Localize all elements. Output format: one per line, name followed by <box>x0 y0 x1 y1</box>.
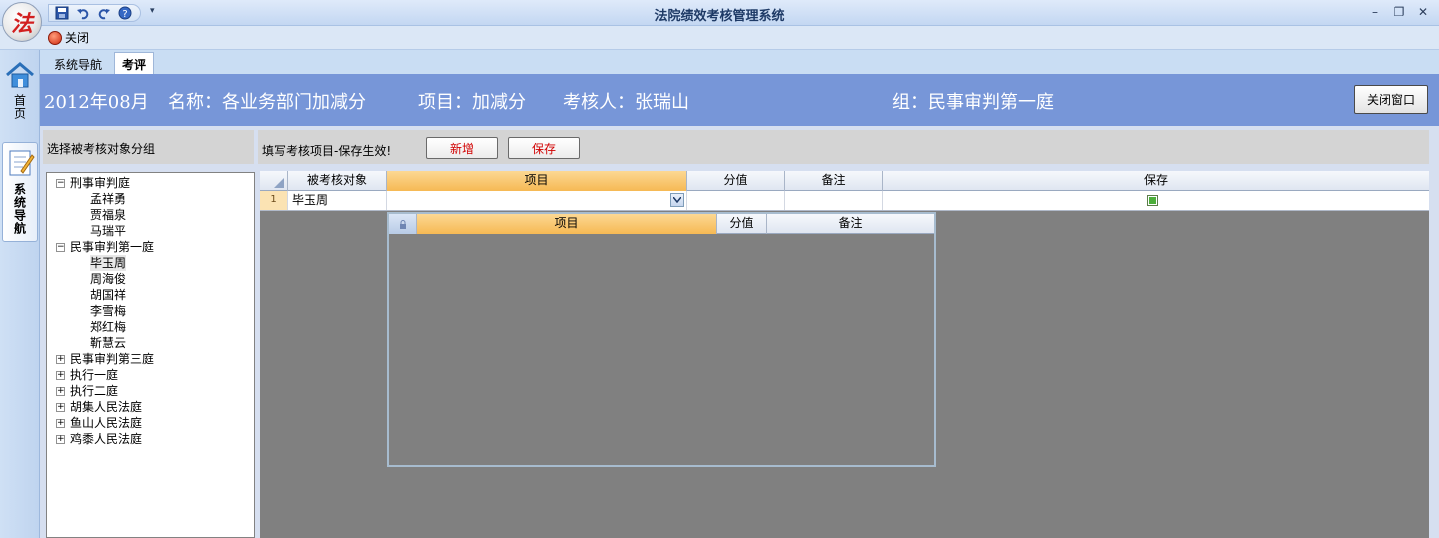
close-button[interactable]: 关闭 <box>48 29 89 46</box>
ribbon-tabs: 系统导航 考评 <box>46 52 155 74</box>
nav-system-label: 系统导航 <box>12 183 27 235</box>
dropdown-column-note[interactable]: 备注 <box>767 214 934 234</box>
group-tree: − 刑事审判庭 孟祥勇 贾福泉 马瑞平 − 民事审判第一庭 毕玉周 周海俊 胡国… <box>46 172 255 538</box>
tree-group-civil-3[interactable]: + 民事审判第三庭 <box>47 351 254 367</box>
notebook-icon <box>9 150 35 176</box>
tree-item[interactable]: 贾福泉 <box>47 207 254 223</box>
command-bar: 关闭 <box>0 26 1439 50</box>
grid-header: 被考核对象 项目 分值 备注 保存 <box>260 171 1429 191</box>
home-icon <box>6 62 34 88</box>
add-button[interactable]: 新增 <box>426 137 498 159</box>
expand-icon[interactable]: + <box>56 419 65 428</box>
expand-icon[interactable]: + <box>56 435 65 444</box>
expand-icon[interactable]: + <box>56 387 65 396</box>
tree-item[interactable]: 李雪梅 <box>47 303 254 319</box>
tree-item[interactable]: 孟祥勇 <box>47 191 254 207</box>
chevron-down-icon[interactable] <box>670 193 684 207</box>
collapse-icon[interactable]: − <box>56 179 65 188</box>
table-row: 1 毕玉周 <box>260 191 1429 211</box>
window-title: 法院绩效考核管理系统 <box>654 9 785 24</box>
tree-item[interactable]: 靳慧云 <box>47 335 254 351</box>
tree-item[interactable]: 郑红梅 <box>47 319 254 335</box>
tree-group-huji[interactable]: + 胡集人民法庭 <box>47 399 254 415</box>
tree-group-yushan[interactable]: + 鱼山人民法庭 <box>47 415 254 431</box>
tab-evaluation[interactable]: 考评 <box>114 52 155 74</box>
app-logo: 法 <box>10 11 33 37</box>
nav-home[interactable]: 首页 <box>2 60 38 140</box>
app-menu-button[interactable]: 法 <box>2 2 42 42</box>
tree-group-civil-1[interactable]: − 民事审判第一庭 <box>47 239 254 255</box>
row-number: 1 <box>260 191 288 210</box>
column-note[interactable]: 备注 <box>785 171 883 191</box>
tree-group-jishu[interactable]: + 鸡黍人民法庭 <box>47 431 254 447</box>
evaluation-banner: 2012年08月 名称：各业务部门加减分 项目：加减分 考核人：张瑞山 组：民事… <box>40 74 1439 126</box>
close-window-button[interactable]: 关闭窗口 <box>1354 85 1428 114</box>
lock-icon <box>399 219 406 229</box>
group-selector-header: 选择被考核对象分组 <box>43 130 254 164</box>
expand-icon[interactable]: + <box>56 355 65 364</box>
reviewer-text: 考核人：张瑞山 <box>563 92 689 113</box>
main-content: 选择被考核对象分组 − 刑事审判庭 孟祥勇 贾福泉 马瑞平 − 民事审判第一庭 … <box>40 126 1439 538</box>
column-item[interactable]: 项目 <box>387 171 687 191</box>
dropdown-corner[interactable] <box>389 214 417 234</box>
name-text: 名称：各业务部门加减分 <box>168 92 366 113</box>
nav-system-navigation[interactable]: 系统导航 <box>2 142 38 242</box>
tree-group-enforcement-2[interactable]: + 执行二庭 <box>47 383 254 399</box>
dropdown-grid-header: 项目 分值 备注 <box>389 214 934 234</box>
save-checkbox[interactable] <box>1147 195 1158 206</box>
close-circle-icon <box>48 30 62 45</box>
tree-group-criminal[interactable]: − 刑事审判庭 <box>47 175 254 191</box>
tree-item[interactable]: 胡国祥 <box>47 287 254 303</box>
cell-item-combo[interactable] <box>387 191 687 210</box>
tree-item-selected[interactable]: 毕玉周 <box>47 255 254 271</box>
evaluation-grid: 被考核对象 项目 分值 备注 保存 1 毕玉周 项目 分值 备注 <box>260 171 1429 538</box>
close-label: 关闭 <box>65 31 90 45</box>
collapse-icon[interactable]: − <box>56 243 65 252</box>
group-text: 组：民事审判第一庭 <box>892 92 1054 113</box>
save-button[interactable]: 保存 <box>508 137 580 159</box>
cell-note[interactable] <box>785 191 883 210</box>
save-hint: 填写考核项目-保存生效! <box>262 144 392 158</box>
left-navigation: 首页 系统导航 <box>0 50 40 538</box>
restore-icon[interactable]: ❐ <box>1389 4 1409 20</box>
tree-item[interactable]: 马瑞平 <box>47 223 254 239</box>
tree-item[interactable]: 周海俊 <box>47 271 254 287</box>
column-score[interactable]: 分值 <box>687 171 785 191</box>
cell-score[interactable] <box>687 191 785 210</box>
tree-group-enforcement-1[interactable]: + 执行一庭 <box>47 367 254 383</box>
column-target[interactable]: 被考核对象 <box>288 171 387 191</box>
close-icon[interactable]: ✕ <box>1413 4 1433 20</box>
period-text: 2012年08月 <box>44 92 149 113</box>
expand-icon[interactable]: + <box>56 371 65 380</box>
cell-save <box>883 191 1429 210</box>
expand-icon[interactable]: + <box>56 403 65 412</box>
title-bar: ? ▾ 法院绩效考核管理系统 – ❐ ✕ <box>0 0 1439 26</box>
column-save[interactable]: 保存 <box>883 171 1429 191</box>
nav-home-label: 首页 <box>12 94 27 120</box>
minimize-icon[interactable]: – <box>1365 4 1385 20</box>
tab-system-navigation[interactable]: 系统导航 <box>46 52 110 74</box>
cell-target[interactable]: 毕玉周 <box>288 191 387 210</box>
dropdown-column-score[interactable]: 分值 <box>717 214 767 234</box>
item-entry-header: 填写考核项目-保存生效! 新增 保存 <box>258 130 1429 164</box>
item-dropdown-grid: 项目 分值 备注 <box>387 212 936 467</box>
select-all-corner[interactable] <box>260 171 288 191</box>
item-text: 项目：加减分 <box>418 92 526 113</box>
dropdown-column-item[interactable]: 项目 <box>417 214 717 234</box>
